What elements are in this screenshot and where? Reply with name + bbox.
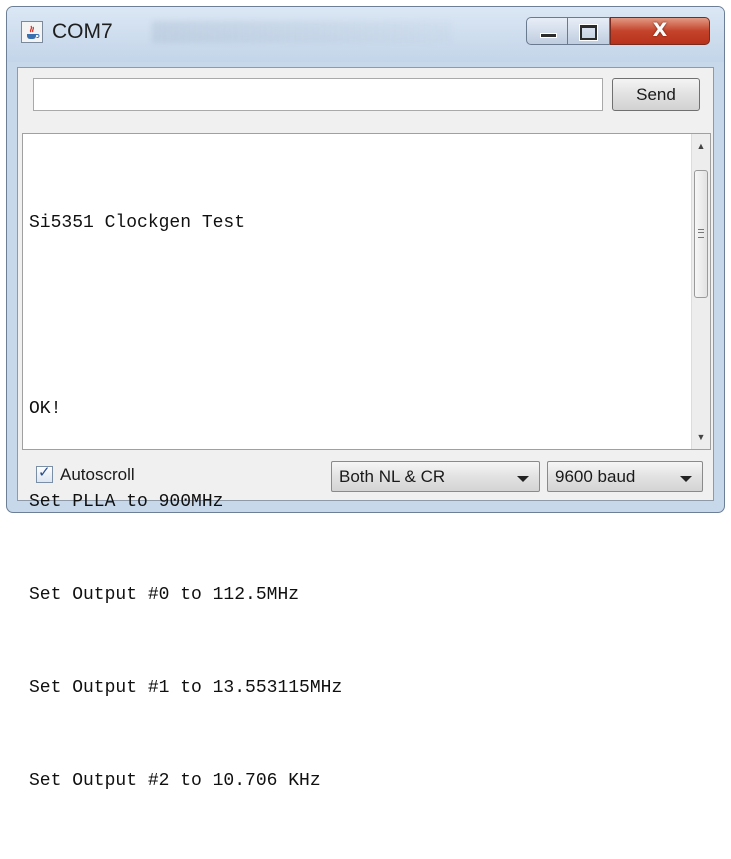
serial-monitor-window: COM7 X Send Si5351 Clockgen Test OK! Set… bbox=[6, 6, 725, 791]
chevron-down-icon bbox=[517, 476, 529, 482]
output-line: OK! bbox=[29, 399, 62, 419]
serial-output[interactable]: Si5351 Clockgen Test OK! Set PLLA to 900… bbox=[22, 133, 711, 791]
window-title: COM7 bbox=[52, 20, 113, 43]
send-button[interactable]: Send bbox=[612, 78, 700, 111]
close-icon: X bbox=[652, 19, 668, 41]
client-area: Send Si5351 Clockgen Test OK! Set PLLA t… bbox=[17, 67, 714, 791]
baud-rate-dropdown[interactable]: 9600 baud bbox=[547, 461, 703, 492]
maximize-icon bbox=[580, 25, 597, 40]
autoscroll-label[interactable]: Autoscroll bbox=[60, 465, 135, 485]
output-line: Set Output #2 to 10.706 KHz bbox=[29, 771, 321, 791]
scroll-up-arrow-icon[interactable]: ▲ bbox=[692, 136, 710, 156]
chevron-down-icon bbox=[680, 476, 692, 482]
line-ending-value: Both NL & CR bbox=[339, 467, 446, 486]
serial-input[interactable] bbox=[33, 78, 603, 111]
close-button[interactable]: X bbox=[610, 17, 710, 45]
baud-rate-value: 9600 baud bbox=[555, 467, 636, 486]
scroll-thumb[interactable] bbox=[694, 170, 708, 298]
vertical-scrollbar[interactable]: ▲ ▼ bbox=[691, 134, 710, 449]
line-ending-dropdown[interactable]: Both NL & CR bbox=[331, 461, 540, 492]
java-cup-icon bbox=[21, 21, 43, 43]
maximize-button[interactable] bbox=[568, 17, 610, 45]
minimize-icon bbox=[540, 33, 557, 38]
autoscroll-checkbox[interactable]: ✓ bbox=[36, 463, 53, 483]
output-line: Set Output #0 to 112.5MHz bbox=[29, 585, 300, 605]
minimize-button[interactable] bbox=[526, 17, 568, 45]
output-line: Si5351 Clockgen Test bbox=[29, 213, 246, 233]
checkmark-icon: ✓ bbox=[38, 463, 51, 481]
scroll-down-arrow-icon[interactable]: ▼ bbox=[692, 427, 710, 447]
bottom-bar: ✓ Autoscroll Both NL & CR 9600 baud bbox=[18, 454, 713, 498]
output-line: Set Output #1 to 13.553115MHz bbox=[29, 678, 343, 698]
scroll-grip-icon bbox=[698, 229, 704, 238]
output-text: Si5351 Clockgen Test OK! Set PLLA to 900… bbox=[29, 146, 679, 859]
title-bar[interactable]: COM7 X bbox=[7, 7, 724, 62]
blurred-background bbox=[152, 21, 452, 43]
